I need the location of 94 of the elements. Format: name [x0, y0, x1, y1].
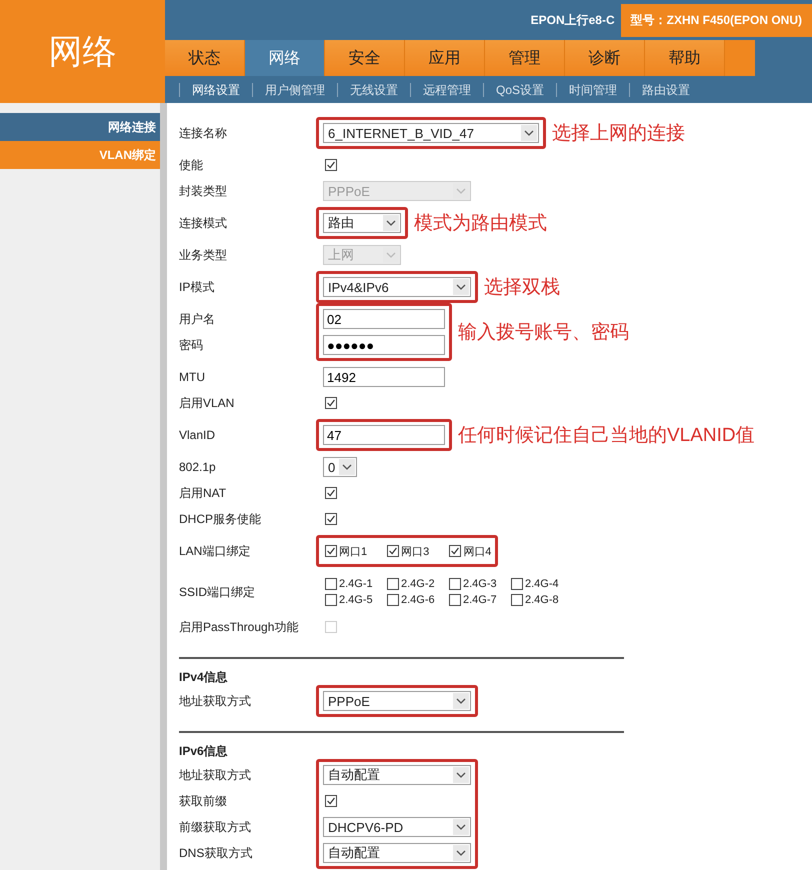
checkbox[interactable]: [449, 594, 461, 606]
annotation-note: 模式为路由模式: [413, 212, 547, 236]
checkbox-label: 2.4G-2: [401, 578, 435, 590]
field-label: 封装类型: [179, 182, 227, 200]
field-label: IP模式: [179, 278, 214, 296]
checkbox[interactable]: [449, 578, 461, 590]
chevron-down-icon: [521, 125, 537, 141]
input-field[interactable]: ●●●●●●: [323, 335, 445, 355]
checkbox[interactable]: [325, 578, 337, 590]
sub-nav-link[interactable]: 无线设置: [337, 82, 410, 96]
field-label: SSID端口绑定: [179, 584, 256, 600]
annotation-note: 选择上网的连接: [551, 122, 685, 146]
nav-tab[interactable]: 网络: [245, 40, 325, 76]
annotation-note: 选择双栈: [483, 276, 560, 300]
nav-tab[interactable]: 安全: [325, 40, 405, 76]
checkbox[interactable]: [325, 513, 337, 525]
checkbox[interactable]: [325, 487, 337, 499]
checkbox[interactable]: [387, 594, 399, 606]
dropdown[interactable]: IPv4&IPv6: [323, 277, 471, 297]
dropdown[interactable]: DHCPV6-PD: [323, 817, 471, 837]
annotation-note: 任何时候记住自己当地的VLANID值: [457, 424, 755, 448]
nav-tab[interactable]: 管理: [485, 40, 565, 76]
field-label: VlanID: [179, 428, 216, 442]
sub-nav-link[interactable]: QoS设置: [483, 82, 556, 96]
checkbox[interactable]: [387, 545, 400, 557]
checkbox-label: 2.4G-4: [525, 578, 559, 590]
field-label: 启用NAT: [179, 484, 226, 502]
dropdown[interactable]: 自动配置: [323, 765, 471, 785]
nav-tab[interactable]: 帮助: [645, 40, 725, 76]
field-label: 用户名: [179, 310, 215, 328]
sidebar-item[interactable]: 网络连接: [0, 113, 160, 141]
field-label: 802.1p: [179, 460, 216, 474]
section-heading: IPv4信息: [179, 669, 229, 685]
checkbox-label: 网口1: [339, 544, 368, 558]
field-label: 密码: [179, 336, 203, 354]
checkbox[interactable]: [325, 397, 337, 409]
checkbox-label: 2.4G-6: [401, 594, 435, 606]
checkbox-label: 2.4G-5: [339, 594, 373, 606]
sub-nav-link[interactable]: 网络设置: [179, 82, 252, 96]
nav-tab[interactable]: 诊断: [565, 40, 645, 76]
chevron-down-icon: [453, 819, 469, 835]
field-label: 地址获取方式: [179, 766, 251, 784]
section-heading: IPv6信息: [179, 743, 229, 759]
checkbox-label: 2.4G-1: [339, 578, 373, 590]
checkbox[interactable]: [325, 159, 337, 171]
field-label: 前缀获取方式: [179, 818, 251, 836]
checkbox-label: 网口4: [463, 544, 492, 558]
field-label: 连接模式: [179, 214, 227, 232]
chevron-down-icon: [453, 279, 469, 295]
field-label: 启用VLAN: [179, 394, 234, 412]
checkbox-label: 2.4G-8: [525, 594, 559, 606]
dropdown[interactable]: 自动配置: [323, 843, 471, 863]
field-label: DHCP服务使能: [179, 510, 262, 528]
input-field[interactable]: 47: [323, 425, 445, 445]
page-title: 网络: [0, 0, 165, 103]
nav-tab[interactable]: 状态: [165, 40, 245, 76]
annotation-note: 输入拨号账号、密码: [457, 321, 629, 345]
checkbox[interactable]: [511, 578, 523, 590]
checkbox[interactable]: [511, 594, 523, 606]
field-label: MTU: [179, 370, 205, 384]
dropdown[interactable]: 路由: [323, 213, 401, 233]
input-field[interactable]: 1492: [323, 367, 445, 387]
checkbox[interactable]: [325, 594, 337, 606]
field-label: DNS获取方式: [179, 844, 252, 862]
field-label: LAN端口绑定: [179, 542, 250, 560]
checkbox[interactable]: [387, 578, 399, 590]
chevron-down-icon: [339, 459, 355, 475]
field-label: 连接名称: [179, 124, 227, 142]
sub-nav-link[interactable]: 路由设置: [629, 82, 702, 96]
chevron-down-icon: [453, 845, 469, 861]
upstream-label: EPON上行e8-C: [530, 12, 615, 29]
sub-nav-link[interactable]: 用户侧管理: [252, 82, 337, 96]
checkbox-label: 2.4G-7: [463, 594, 497, 606]
field-label: 启用PassThrough功能: [179, 618, 298, 636]
nav-tab[interactable]: 应用: [405, 40, 485, 76]
chevron-down-icon: [453, 767, 469, 783]
dropdown[interactable]: 6_INTERNET_B_VID_47: [323, 123, 539, 143]
chevron-down-icon: [453, 693, 469, 709]
sub-nav-link[interactable]: 时间管理: [556, 82, 630, 96]
field-label: 地址获取方式: [179, 692, 251, 710]
checkbox-label: 2.4G-3: [463, 578, 497, 590]
checkbox[interactable]: [325, 545, 337, 557]
model-label: 型号：ZXHN F450(EPON ONU): [620, 4, 812, 37]
field-label: 获取前缀: [179, 792, 227, 810]
dropdown[interactable]: 0: [323, 457, 357, 477]
input-field[interactable]: 02: [323, 309, 445, 329]
chevron-down-icon: [383, 215, 399, 231]
dropdown[interactable]: PPPoE: [323, 691, 471, 711]
field-label: 业务类型: [179, 246, 227, 264]
field-label: 使能: [179, 156, 203, 174]
checkbox-label: 网口3: [401, 544, 430, 558]
sub-nav-link[interactable]: 远程管理: [410, 82, 483, 96]
checkbox[interactable]: [449, 545, 462, 557]
checkbox[interactable]: [325, 795, 337, 807]
